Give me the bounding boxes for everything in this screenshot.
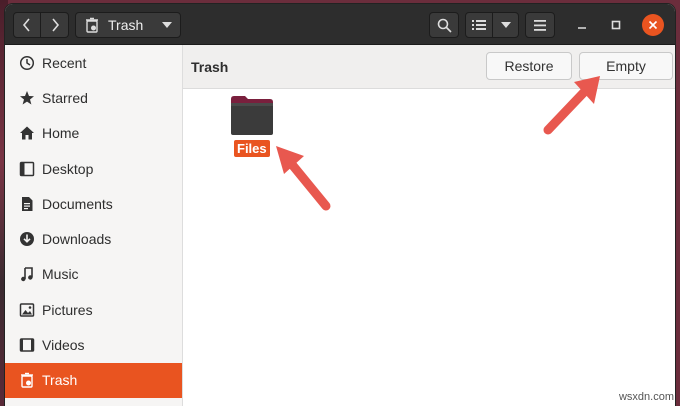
view-options-button[interactable] — [493, 12, 519, 38]
close-icon — [648, 20, 658, 30]
sidebar-item-videos[interactable]: Videos — [5, 327, 182, 362]
forward-button[interactable] — [41, 12, 69, 38]
sidebar-item-label: Trash — [42, 372, 78, 389]
sidebar: Recent Starred Home Desktop Documents Do… — [5, 45, 183, 406]
sidebar-item-home[interactable]: Home — [5, 116, 182, 151]
sidebar-item-music[interactable]: Music — [5, 257, 182, 292]
sidebar-item-label: Recent — [42, 54, 87, 71]
sidebar-item-trash[interactable]: Trash — [5, 362, 182, 398]
download-icon — [19, 231, 35, 247]
headerbar: Trash — [5, 4, 675, 45]
sidebar-item-label: Pictures — [42, 301, 93, 318]
minimize-icon — [578, 27, 586, 29]
hamburger-menu-icon — [534, 19, 546, 31]
page-title: Trash — [191, 59, 229, 75]
search-icon — [437, 18, 452, 33]
chevron-down-icon — [500, 22, 511, 28]
watermark-text: wsxdn.com — [618, 391, 674, 403]
sidebar-item-downloads[interactable]: Downloads — [5, 221, 182, 256]
chevron-down-icon — [162, 22, 172, 28]
view-list-button[interactable] — [465, 12, 493, 38]
clock-icon — [19, 55, 35, 71]
music-icon — [19, 266, 35, 282]
sidebar-item-label: Music — [42, 266, 79, 283]
maximize-button[interactable] — [607, 16, 625, 34]
sidebar-item-label: Starred — [42, 89, 88, 106]
desktop-icon — [19, 161, 35, 177]
back-button[interactable] — [13, 12, 41, 38]
sidebar-item-label: Home — [42, 125, 80, 142]
folder-icon — [231, 95, 273, 135]
sidebar-item-label: Documents — [42, 195, 113, 212]
minimize-button[interactable] — [573, 16, 591, 34]
arrow-annotation-empty — [543, 76, 600, 135]
path-bar-label: Trash — [108, 17, 144, 33]
document-icon — [19, 196, 35, 212]
sidebar-item-documents[interactable]: Documents — [5, 186, 182, 221]
list-view-icon — [472, 20, 486, 30]
video-icon — [19, 337, 35, 353]
sidebar-item-label: Downloads — [42, 231, 112, 248]
sidebar-item-starred[interactable]: Starred — [5, 80, 182, 115]
sidebar-item-recent[interactable]: Recent — [5, 45, 182, 80]
close-button[interactable] — [642, 14, 664, 36]
sidebar-item-label: Videos — [42, 337, 85, 354]
sidebar-item-pictures[interactable]: Pictures — [5, 292, 182, 327]
file-name-label: Files — [234, 140, 270, 157]
path-bar-button[interactable]: Trash — [75, 12, 181, 38]
picture-icon — [19, 302, 35, 318]
trash-icon — [86, 17, 98, 33]
sidebar-item-label: Desktop — [42, 160, 94, 177]
arrow-annotation-files — [276, 146, 331, 211]
chevron-left-icon — [22, 18, 30, 32]
menu-button[interactable] — [525, 12, 555, 38]
sidebar-item-desktop[interactable]: Desktop — [5, 151, 182, 186]
search-button[interactable] — [429, 12, 459, 38]
maximize-icon — [611, 20, 621, 30]
star-icon — [19, 90, 35, 106]
chevron-right-icon — [51, 18, 59, 32]
home-icon — [19, 125, 35, 141]
trash-icon — [19, 372, 35, 389]
